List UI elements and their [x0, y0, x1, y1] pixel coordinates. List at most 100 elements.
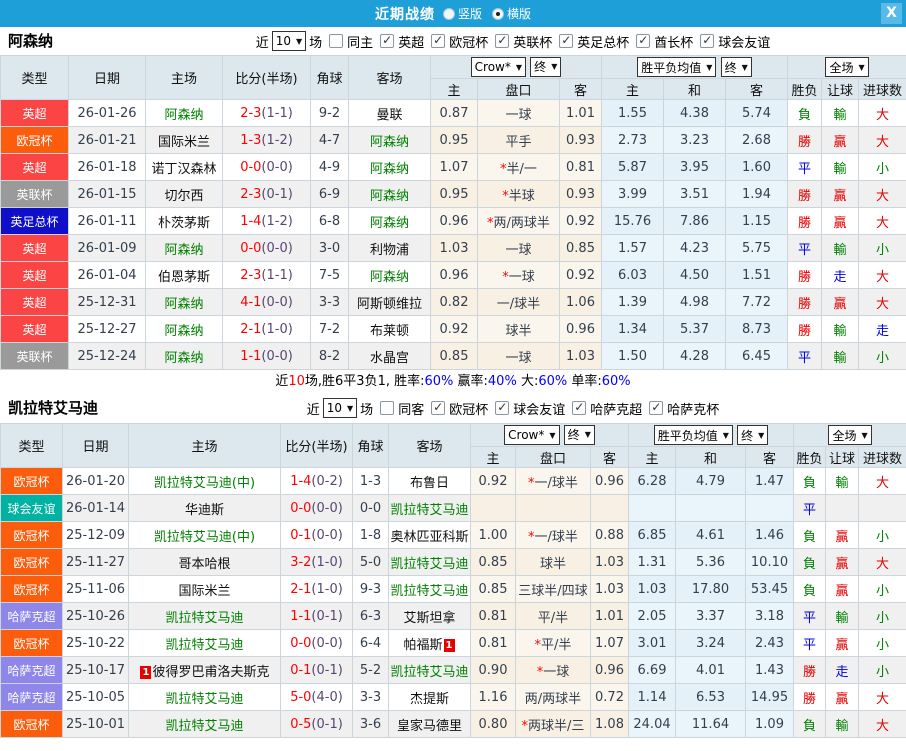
halftime-score: (1-2) — [261, 132, 293, 148]
avg-select[interactable]: 胜平负均值 ▼ — [653, 425, 733, 445]
close-button[interactable]: X — [881, 3, 902, 24]
col-header-avg-home: 主 — [601, 78, 664, 100]
scope-select[interactable]: 全场 ▼ — [828, 425, 872, 445]
summary-segment: 近 — [275, 374, 289, 389]
odds-home: 0.95 — [430, 126, 478, 154]
same-venue-checkbox[interactable] — [380, 401, 395, 415]
same-venue-label: 同主 — [347, 35, 374, 51]
layout-option[interactable]: 竖版 — [442, 5, 482, 22]
avg-select[interactable]: 胜平负均值 ▼ — [637, 57, 717, 77]
competition-checkbox[interactable] — [380, 34, 395, 48]
away-team-name: 艾斯坦拿 — [403, 610, 456, 626]
scope-select[interactable]: 全场 ▼ — [825, 57, 869, 77]
handicap-value: *半/一 — [477, 153, 560, 181]
avg-draw-odds: 11.64 — [675, 710, 746, 738]
close-icon: X — [886, 5, 897, 21]
match-row: 欧冠杯 25-10-01 凯拉特艾马迪 0-5(0-1) 3-6 皇家马德里 0.80 *两球… — [0, 710, 906, 738]
match-type-cell: 英足总杯 — [0, 207, 69, 235]
score-cell: 0-5(0-1) — [280, 710, 353, 738]
goals-result-flag: 大 — [858, 467, 906, 495]
competition-checkbox[interactable] — [636, 34, 651, 48]
match-date: 25-10-05 — [62, 683, 129, 711]
competition-checkbox[interactable] — [572, 401, 587, 415]
competition-checkbox[interactable] — [495, 34, 510, 48]
result-flag: 勝 — [787, 207, 823, 235]
away-team: 利物浦 — [348, 234, 431, 262]
competition-checkbox[interactable] — [649, 401, 664, 415]
final-avg-select[interactable]: 终 ▼ — [720, 57, 752, 77]
layout-option[interactable]: 横版 — [492, 5, 531, 22]
handicap-value: *平/半 — [515, 629, 591, 657]
recent-count-select[interactable]: 10 ▼ — [322, 398, 358, 418]
final-odds-select[interactable]: 终 ▼ — [530, 56, 562, 77]
filter-controls: 近 10 ▼ 场 同客 欧冠杯 球会友谊 哈萨克超 哈萨克杯 — [307, 398, 719, 418]
radio-icon[interactable] — [442, 7, 455, 20]
result-flag: 負 — [793, 548, 827, 576]
competition-checkbox[interactable] — [700, 34, 715, 48]
chevron-down-icon: ▼ — [722, 430, 729, 440]
avg-draw-odds: 4.79 — [675, 467, 746, 495]
col-header-handicap: 盘口 — [515, 446, 591, 468]
col-header-away: 客场 — [388, 423, 471, 468]
chevron-down-icon: ▼ — [706, 62, 713, 72]
goals-result-flag: 小 — [858, 153, 906, 181]
scope-group-header: 全场 ▼ — [793, 423, 906, 447]
odds-away: 0.96 — [590, 467, 629, 495]
bookmaker-select[interactable]: Crow* ▼ — [470, 57, 527, 78]
chevron-down-icon: ▼ — [296, 36, 303, 46]
summary-segment: 单率: — [567, 374, 602, 389]
avg-away-odds: 53.45 — [744, 575, 795, 603]
competition-badge: 英超 — [1, 235, 68, 261]
avg-away-odds: 1.51 — [724, 261, 789, 289]
avg-draw-odds: 4.38 — [663, 99, 726, 127]
bookmaker-select[interactable]: Crow* ▼ — [504, 425, 560, 446]
panel-title: 近期战绩 — [374, 6, 435, 23]
recent-count-select[interactable]: 10 ▼ — [271, 31, 307, 51]
result-flag: 勝 — [787, 126, 823, 154]
match-row: 欧冠杯 26-01-20 凯拉特艾马迪(中) 1-4(0-2) 1-3 布鲁日 0.92 *一… — [0, 467, 906, 495]
handicap-text: 半球 — [508, 188, 535, 204]
corner-score: 3-3 — [310, 288, 349, 316]
handicap-result-flag: 輸 — [821, 99, 860, 127]
away-team: 阿森纳 — [348, 207, 431, 235]
handicap-value: 一/球半 — [477, 288, 560, 316]
radio-icon[interactable] — [492, 7, 504, 20]
near-label: 近 — [255, 35, 269, 51]
avg-away-odds: 1.43 — [744, 656, 795, 684]
competition-checkbox[interactable] — [431, 401, 446, 415]
final-odds-select[interactable]: 终 ▼ — [563, 424, 595, 445]
goals-result-flag: 小 — [858, 629, 906, 657]
avg-draw-odds: 5.36 — [675, 548, 746, 576]
same-venue-checkbox[interactable] — [329, 34, 344, 48]
competition-checkbox[interactable] — [495, 401, 510, 415]
final-avg-select[interactable]: 终 ▼ — [737, 425, 769, 445]
avg-draw-odds: 4.98 — [663, 288, 726, 316]
competition-label: 欧冠杯 — [449, 402, 489, 418]
goals-result-flag: 大 — [858, 99, 906, 127]
competition-badge: 欧冠杯 — [1, 576, 62, 602]
odds-away: 1.01 — [559, 99, 602, 127]
score-cell: 2-3(1-1) — [222, 99, 311, 127]
match-row: 英超 25-12-31 阿森纳 4-1(0-0) 3-3 阿斯顿维拉 0.82 一/球半 1.0… — [0, 288, 906, 316]
odds-home: 1.00 — [470, 521, 516, 549]
halftime-score: (0-0) — [261, 240, 293, 256]
handicap-text: 一球 — [508, 269, 535, 285]
fulltime-score: 4-1 — [240, 294, 262, 310]
chevron-down-icon: ▼ — [861, 430, 868, 440]
competition-badge: 英超 — [1, 262, 68, 288]
match-type-cell: 英联杯 — [0, 342, 69, 370]
handicap-text: 半/一 — [506, 161, 537, 177]
red-card-badge: 1 — [443, 638, 455, 652]
fulltime-score: 1-3 — [240, 132, 262, 148]
odds-away: 0.93 — [559, 126, 602, 154]
competition-checkbox[interactable] — [559, 34, 574, 48]
matches-table: 类型 日期 主场 比分(半场) 角球 客场 Crow* ▼ 终 ▼ 胜平负均值 ▼ 终… — [0, 55, 906, 370]
away-team-name: 布鲁日 — [409, 475, 449, 491]
competition-badge: 英超 — [1, 316, 68, 342]
competition-checkbox[interactable] — [431, 34, 446, 48]
handicap-value: 一球 — [477, 99, 560, 127]
match-row: 球会友谊 26-01-14 华迪斯 0-0(0-0) 0-0 凯拉特艾马迪平 — [0, 494, 906, 522]
home-team-name: 阿森纳 — [164, 242, 204, 258]
avg-home-odds: 1.55 — [601, 99, 664, 127]
score-cell: 1-1(0-0) — [222, 342, 311, 370]
